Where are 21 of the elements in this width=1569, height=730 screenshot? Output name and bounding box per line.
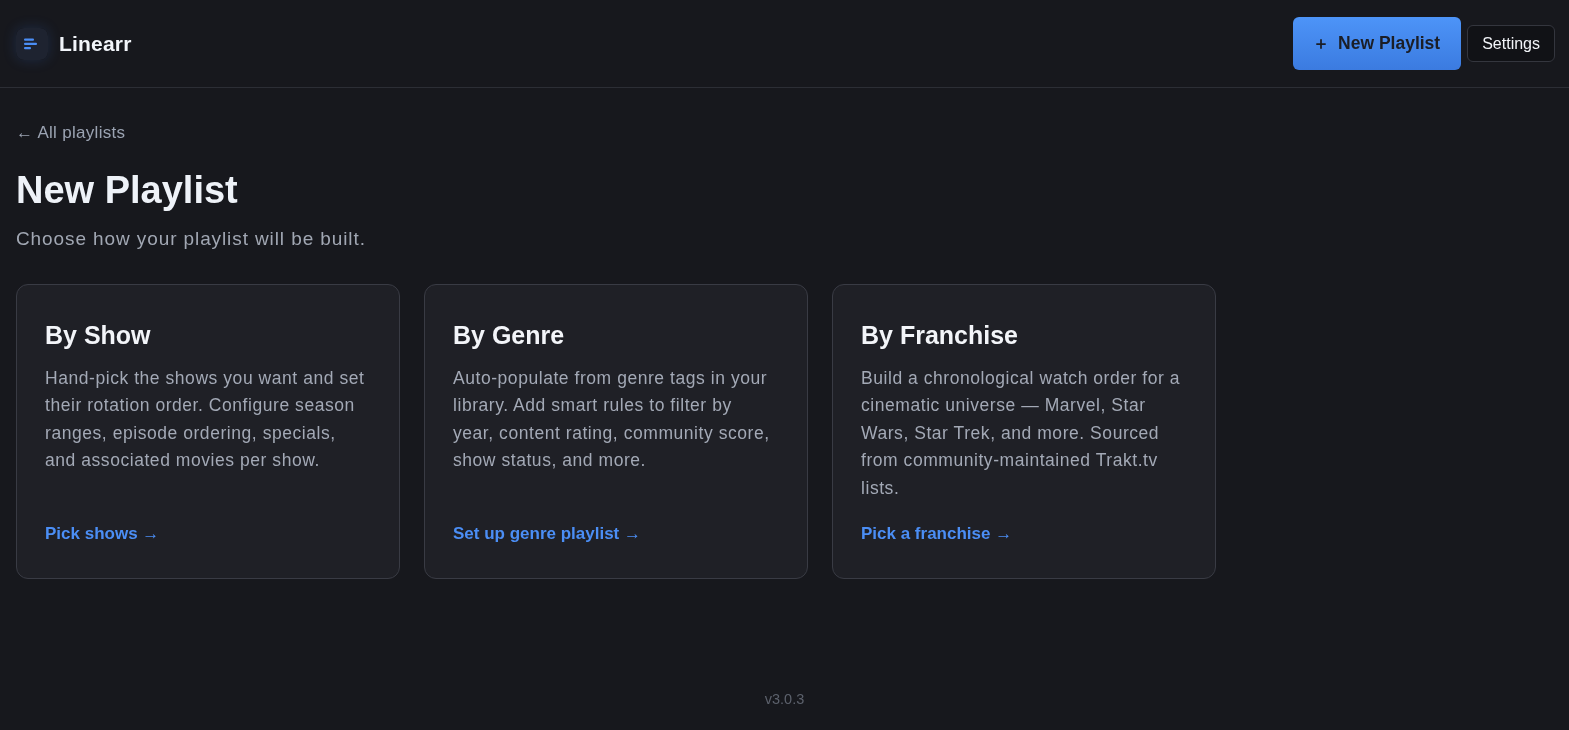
option-card[interactable]: By Franchise Build a chronological watch order for a cinematic universe — Marvel, Star Wars, Star Trek, and more. Sourced from community-maintained Trakt.tv lists. Pick a franchise →	[832, 284, 1216, 580]
new-playlist-button[interactable]: New Playlist	[1293, 17, 1462, 70]
page-subtitle: Choose how your playlist will be built.	[16, 227, 366, 251]
card-description: Auto-populate from genre tags in your library. Add smart rules to filter by year, content rating, community score, show status, and more.	[453, 367, 771, 473]
card-link[interactable]: Pick shows →	[45, 502, 160, 547]
settings-button[interactable]: Settings	[1467, 25, 1555, 62]
card-title: By Show	[45, 320, 152, 351]
card-title: By Franchise	[861, 320, 1019, 351]
logo-icon	[16, 28, 48, 60]
card-title: By Genre	[453, 320, 566, 351]
option-card[interactable]: By Show Hand-pick the shows you want and set their rotation order. Configure season ranges, episode ordering, specials, and associated movies per show. Pick shows →	[16, 284, 400, 580]
card-description: Hand-pick the shows you want and set their rotation order. Configure season ranges, episode ordering, specials, and associated movies per show.	[45, 367, 366, 473]
version-label: v3.0.3	[764, 690, 805, 709]
card-description: Build a chronological watch order for a cinematic universe — Marvel, Star Wars, Star Trek, and more. Sourced from community-maintained Trakt.tv lists.	[861, 367, 1182, 500]
plus-icon	[1314, 36, 1329, 51]
card-link[interactable]: Set up genre playlist →	[453, 502, 641, 547]
card-link[interactable]: Pick a franchise →	[861, 502, 1013, 547]
app-name: Linearr	[59, 31, 132, 56]
back-link[interactable]: ← All playlists	[16, 121, 126, 145]
page-title: New Playlist	[16, 168, 238, 212]
option-card[interactable]: By Genre Auto-populate from genre tags in your library. Add smart rules to filter by year, content rating, community score, show status, and more. Set up genre playlist →	[424, 284, 808, 580]
